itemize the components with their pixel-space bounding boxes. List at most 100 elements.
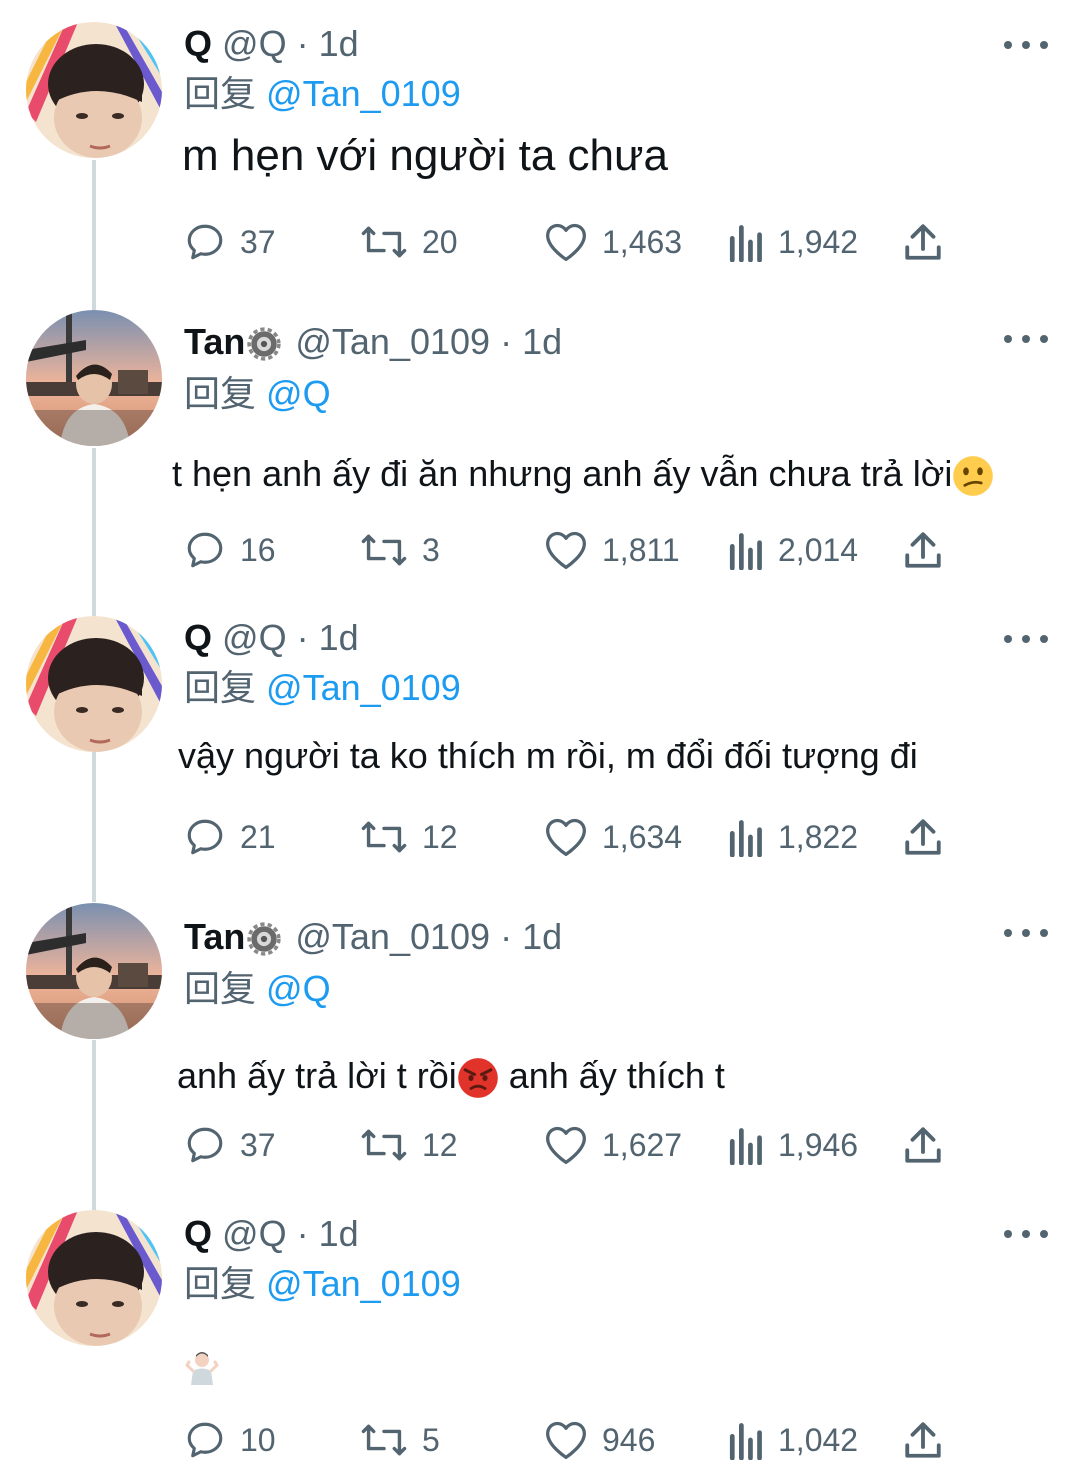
share-icon: [905, 819, 941, 855]
share-button[interactable]: [902, 217, 958, 267]
timestamp[interactable]: 1d: [319, 617, 359, 658]
retweet-button[interactable]: 20: [360, 217, 458, 267]
reply-button[interactable]: 21: [184, 812, 276, 862]
retweet-button[interactable]: 12: [360, 1120, 458, 1170]
tweet-text-part: anh ấy thích t: [498, 1055, 725, 1096]
timestamp[interactable]: 1d: [319, 23, 359, 64]
reply-button[interactable]: 37: [184, 1120, 276, 1170]
views-count: 1,942: [778, 223, 859, 260]
like-button[interactable]: 1,463: [544, 217, 682, 267]
reply-count: 16: [240, 531, 276, 568]
avatar-q[interactable]: [26, 1210, 162, 1346]
reply-icon: [187, 532, 223, 568]
mention-link[interactable]: @Tan_0109: [266, 667, 461, 708]
reply-count: 37: [240, 1126, 276, 1163]
display-name[interactable]: Q: [184, 23, 212, 64]
display-name[interactable]: Q: [184, 617, 212, 658]
like-button[interactable]: 1,811: [544, 525, 680, 575]
more-options-icon[interactable]: [1004, 921, 1048, 945]
user-handle[interactable]: @Q: [222, 1213, 287, 1254]
mention-link[interactable]: @Q: [266, 373, 331, 414]
views-count: 1,946: [778, 1126, 859, 1163]
user-handle[interactable]: @Tan_0109: [295, 321, 490, 362]
views-icon: [729, 533, 762, 570]
angry-face-emoji: [457, 1058, 498, 1099]
replying-to: 回复 @Tan_0109: [184, 1262, 461, 1306]
reply-icon: [187, 819, 223, 855]
tweet[interactable]: Tan @Tan_0109 · 1d 回复 @Q anh ấy trả lời …: [0, 895, 1080, 1195]
replying-to: 回复 @Tan_0109: [184, 72, 461, 116]
retweet-icon: [361, 821, 407, 853]
user-handle[interactable]: @Q: [222, 617, 287, 658]
reply-button[interactable]: 37: [184, 217, 276, 267]
more-options-icon[interactable]: [1004, 33, 1048, 57]
retweet-button[interactable]: 3: [360, 525, 440, 575]
separator-dot: ·: [296, 617, 309, 658]
avatar-q[interactable]: [26, 616, 162, 752]
tweet-text-part: anh ấy trả lời t rồi: [177, 1055, 457, 1096]
replying-to: 回复 @Q: [184, 372, 331, 416]
display-name[interactable]: Tan: [184, 321, 245, 362]
gear-badge-icon: [247, 327, 281, 362]
more-options-icon[interactable]: [1004, 327, 1048, 351]
timestamp[interactable]: 1d: [319, 1213, 359, 1254]
share-button[interactable]: [902, 1120, 958, 1170]
views-button[interactable]: 2,014: [726, 525, 858, 575]
share-button[interactable]: [902, 525, 958, 575]
mention-link[interactable]: @Tan_0109: [266, 1263, 461, 1304]
gear-badge-icon: [247, 922, 281, 957]
share-icon: [905, 532, 941, 568]
like-count: 1,811: [602, 531, 680, 568]
heart-icon: [546, 1126, 586, 1165]
retweet-icon: [361, 1424, 407, 1456]
avatar-tan[interactable]: [26, 903, 162, 1039]
avatar-q[interactable]: [26, 22, 162, 158]
timestamp[interactable]: 1d: [522, 321, 562, 362]
retweet-count: 12: [422, 1126, 458, 1163]
tweet-actions: 10 5 946 1,042: [184, 1415, 964, 1465]
views-button[interactable]: 1,822: [726, 812, 858, 862]
retweet-button[interactable]: 12: [360, 812, 458, 862]
like-button[interactable]: 1,634: [544, 812, 682, 862]
timestamp[interactable]: 1d: [522, 916, 562, 957]
tweet-text: vậy người ta ko thích m rồi, m đổi đối t…: [178, 735, 918, 776]
reply-prefix: 回复: [184, 73, 257, 114]
like-button[interactable]: 1,627: [544, 1120, 682, 1170]
separator-dot: ·: [500, 321, 513, 362]
views-button[interactable]: 1,042: [726, 1415, 858, 1465]
user-handle[interactable]: @Tan_0109: [295, 916, 490, 957]
mention-link[interactable]: @Tan_0109: [266, 73, 461, 114]
reply-button[interactable]: 10: [184, 1415, 276, 1465]
display-name[interactable]: Tan: [184, 916, 245, 957]
views-icon: [729, 1128, 762, 1165]
tweet-actions: 37 12 1,627 1,946: [184, 1120, 964, 1170]
reply-icon: [187, 1127, 223, 1163]
reply-icon: [187, 1422, 223, 1458]
separator-dot: ·: [296, 1213, 309, 1254]
share-button[interactable]: [902, 1415, 958, 1465]
display-name[interactable]: Q: [184, 1213, 212, 1254]
retweet-button[interactable]: 5: [360, 1415, 440, 1465]
retweet-count: 5: [422, 1421, 440, 1458]
separator-dot: ·: [296, 23, 309, 64]
views-button[interactable]: 1,942: [726, 217, 858, 267]
retweet-count: 12: [422, 818, 458, 855]
tweet[interactable]: Tan @Tan_0109 · 1d 回复 @Q t hẹn anh ấy đi…: [0, 300, 1080, 600]
tweet[interactable]: Q @Q · 1d 回复 @Tan_0109 m hẹn với người t…: [0, 0, 1080, 300]
reply-icon: [187, 224, 223, 260]
reply-count: 10: [240, 1421, 276, 1458]
views-button[interactable]: 1,946: [726, 1120, 858, 1170]
avatar-tan[interactable]: [26, 310, 162, 446]
more-options-icon[interactable]: [1004, 627, 1048, 651]
tweet[interactable]: Q @Q · 1d 回复 @Tan_0109 10 5 946 1,042: [0, 1195, 1080, 1483]
views-count: 2,014: [778, 531, 859, 568]
mention-link[interactable]: @Q: [266, 968, 331, 1009]
tweet[interactable]: Q @Q · 1d 回复 @Tan_0109 vậy người ta ko t…: [0, 600, 1080, 895]
reply-button[interactable]: 16: [184, 525, 276, 575]
like-button[interactable]: 946: [544, 1415, 655, 1465]
more-options-icon[interactable]: [1004, 1222, 1048, 1246]
user-handle[interactable]: @Q: [222, 23, 287, 64]
share-button[interactable]: [902, 812, 958, 862]
views-count: 1,822: [778, 818, 859, 855]
confused-face-emoji: [953, 456, 994, 497]
